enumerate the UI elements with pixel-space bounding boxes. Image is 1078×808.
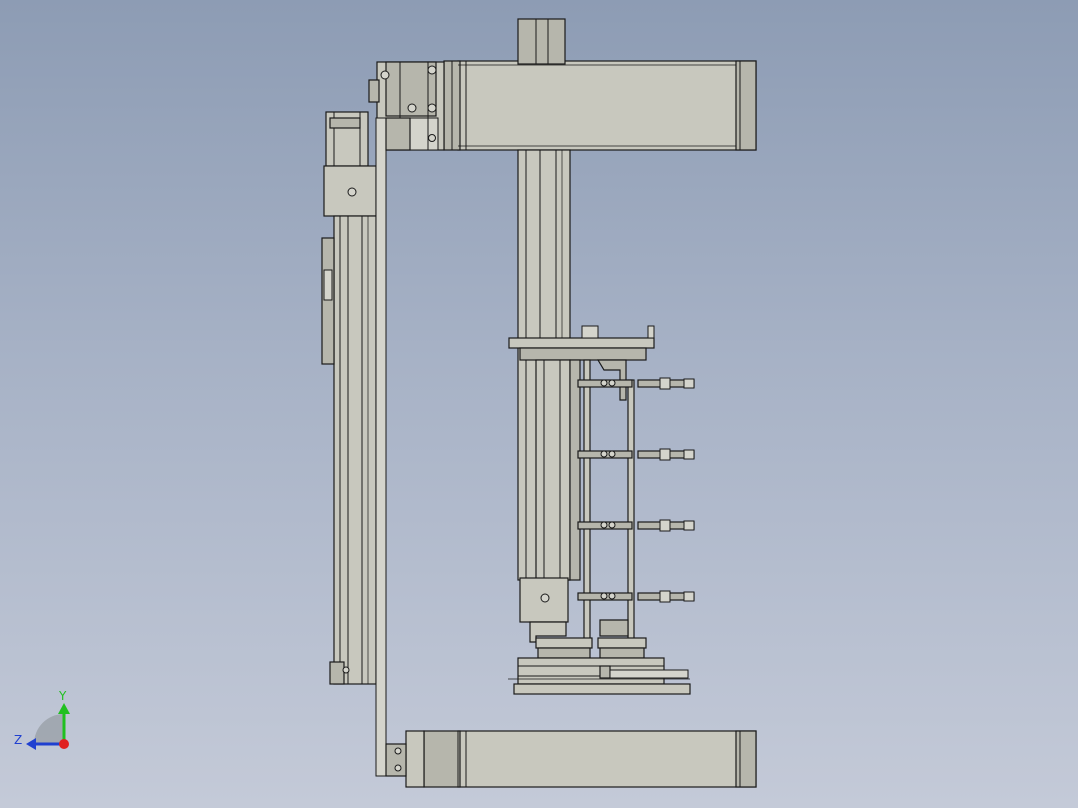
finger-row-3[interactable] [577,519,695,532]
finger-row-4[interactable] [577,590,695,603]
z-axis-label: Z [14,733,22,747]
top-horizontal-actuator[interactable] [443,60,757,151]
bottom-horizontal-actuator[interactable] [385,730,757,788]
left-vertical-actuator[interactable] [321,111,377,685]
y-axis-label: Y [58,689,67,703]
cad-viewport[interactable]: .p { fill:#c8c8be; stroke:#1a1a1a; strok… [0,0,1078,808]
finger-row-2[interactable] [577,448,695,461]
connecting-plate[interactable] [375,117,411,777]
finger-row-1[interactable] [577,377,695,390]
gripper-base[interactable] [508,637,691,695]
coordinate-triad: Y Z [14,689,70,750]
